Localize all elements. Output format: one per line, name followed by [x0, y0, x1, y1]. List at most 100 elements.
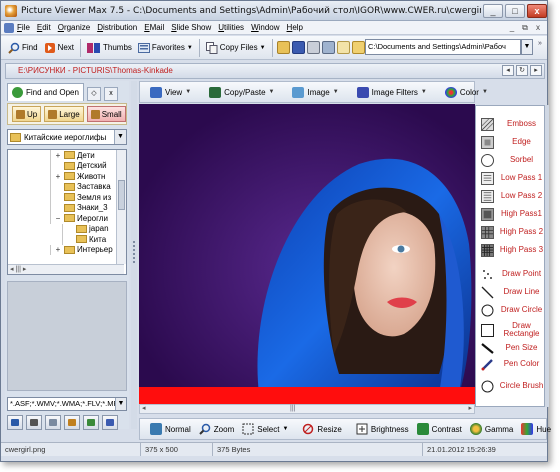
normal-button[interactable]: Normal [146, 420, 195, 438]
camera-button[interactable] [26, 415, 42, 430]
large-button[interactable]: Large [44, 106, 84, 122]
tree-expander-icon[interactable]: + [54, 172, 62, 181]
hue-button[interactable]: Hue [517, 420, 555, 438]
copy-files-button[interactable]: Copy Files ▼ [203, 38, 269, 58]
image-filters-menu-button[interactable]: Image Filters ▼ [351, 83, 433, 101]
sound-button[interactable] [64, 415, 80, 430]
export-button[interactable] [83, 415, 99, 430]
view-menu-button[interactable]: View ▼ [144, 83, 197, 101]
tree-item[interactable]: Кита [8, 234, 126, 245]
contrast-button[interactable]: Contrast [413, 420, 466, 438]
scroll-left-icon[interactable]: ◂ [142, 405, 146, 413]
tree-horizontal-scrollbar[interactable]: ◂ ||| ▸ [8, 264, 124, 274]
tool-circle-brush[interactable]: Circle Brush [476, 378, 546, 394]
panel-pin-button[interactable]: ◇ [86, 87, 101, 101]
tool-draw-line[interactable]: Draw Line [476, 284, 546, 300]
menu-organize[interactable]: Organize [58, 23, 90, 32]
tree-item[interactable]: Заставка [8, 181, 126, 192]
browse-button[interactable] [7, 415, 23, 430]
filter-high-pass-3[interactable]: High Pass 3 [476, 242, 546, 258]
up-button[interactable]: Up [12, 106, 42, 122]
save-icon[interactable] [291, 41, 305, 54]
splitter-grip[interactable] [133, 241, 135, 265]
menu-file[interactable]: File [17, 23, 30, 32]
maximize-button[interactable]: □ [505, 3, 525, 18]
gamma-button[interactable]: Gamma [466, 420, 517, 438]
toolbar-scroll-icon[interactable]: » [538, 40, 546, 54]
tool-pen-color[interactable]: Pen Color [476, 356, 546, 372]
menu-help[interactable]: Help [287, 23, 303, 32]
filter-edge[interactable]: Edge [476, 134, 546, 150]
tree-item[interactable]: − Иерогли [8, 213, 126, 224]
mdi-minimize-button[interactable]: _ [507, 23, 517, 33]
tree-vertical-scrollbar[interactable] [116, 150, 126, 264]
tree-expander-icon[interactable]: + [54, 245, 62, 254]
brightness-button[interactable]: Brightness [352, 420, 413, 438]
scroll-thumb[interactable] [118, 180, 125, 210]
tool-draw-rectangle[interactable]: Draw Rectangle [476, 320, 546, 340]
favorites-button[interactable]: Favorites ▼ [135, 38, 196, 58]
menu-edit[interactable]: Edit [37, 23, 51, 32]
scanner-icon[interactable] [321, 41, 335, 54]
filter-emboss[interactable]: Emboss [476, 116, 546, 132]
grid-button[interactable] [102, 415, 118, 430]
menu-app-icon[interactable] [4, 22, 14, 33]
menu-distribution[interactable]: Distribution [97, 23, 137, 32]
filter-low-pass-2[interactable]: Low Pass 2 [476, 188, 546, 204]
zoom-button[interactable]: Zoom [195, 420, 238, 438]
resize-button[interactable]: Resize [298, 420, 345, 438]
tool-draw-point[interactable]: Draw Point [476, 266, 546, 282]
tree-item[interactable]: + Животн [8, 171, 126, 182]
scroll-thumb-grip[interactable]: ||| [290, 405, 295, 413]
panel-splitter[interactable] [131, 81, 137, 429]
select-button[interactable]: Select ▼ [238, 420, 292, 438]
thumbs-button[interactable]: Thumbs [84, 38, 135, 58]
filter-high-pass-1[interactable]: High Pass1 [476, 206, 546, 222]
tree-item[interactable]: japan [8, 223, 126, 234]
path-dropdown-button[interactable]: ▼ [521, 39, 533, 55]
image-menu-button[interactable]: Image ▼ [286, 83, 344, 101]
path-input[interactable]: C:\Documents and Settings\Admin\Рабоч [365, 39, 521, 55]
refresh-icon[interactable]: ↻ [516, 65, 528, 76]
tab-find-and-open[interactable]: Find and Open [7, 83, 84, 101]
file-type-filter[interactable]: *.ASF;*.WMV;*.WMA;*.FLV;*.MP4 ▼ [7, 397, 127, 411]
viewer-horizontal-scrollbar[interactable]: ◂ ||| ▸ [139, 404, 475, 414]
chevron-down-icon[interactable]: ▼ [115, 398, 126, 410]
copy-paste-menu-button[interactable]: Copy/Paste ▼ [203, 83, 280, 101]
menu-slide-show[interactable]: Slide Show [171, 23, 211, 32]
tool-draw-circle[interactable]: Draw Circle [476, 302, 546, 318]
image-viewer[interactable] [139, 104, 475, 404]
menu-utilities[interactable]: Utilities [218, 23, 244, 32]
minimize-button[interactable]: _ [483, 3, 503, 18]
color-menu-button[interactable]: Color ▼ [439, 83, 494, 101]
copy-button[interactable] [45, 415, 61, 430]
open-folder-icon[interactable] [276, 41, 290, 54]
menu-email[interactable]: EMail [144, 23, 164, 32]
folder-icon[interactable] [351, 41, 365, 54]
mdi-close-button[interactable]: x [533, 23, 543, 33]
filter-high-pass-2[interactable]: High Pass 2 [476, 224, 546, 240]
filter-panel-scrollbar[interactable] [545, 105, 549, 407]
menu-window[interactable]: Window [251, 23, 279, 32]
next-button[interactable]: Next [41, 38, 77, 58]
tree-item[interactable]: Земля из [8, 192, 126, 203]
find-button[interactable]: Find [5, 38, 41, 58]
filter-low-pass-1[interactable]: Low Pass 1 [476, 170, 546, 186]
filter-sorbel[interactable]: Sorbel [476, 152, 546, 168]
email-icon[interactable] [336, 41, 350, 54]
scroll-right-icon[interactable]: ▸ [468, 405, 472, 413]
thumbnail-area[interactable] [7, 281, 127, 391]
tree-item[interactable]: Знаки_3 [8, 202, 126, 213]
close-button[interactable]: x [527, 3, 547, 18]
print-icon[interactable] [306, 41, 320, 54]
back-icon[interactable]: ◂ [502, 65, 514, 76]
small-button[interactable]: Small [86, 106, 126, 122]
forward-icon[interactable]: ▸ [530, 65, 542, 76]
tool-pen-size[interactable]: Pen Size [476, 340, 546, 356]
mdi-restore-button[interactable]: ⧉ [520, 23, 530, 33]
tree-expander-icon[interactable]: − [54, 214, 62, 223]
tree-item[interactable]: Детский [8, 160, 126, 171]
panel-close-button[interactable]: x [103, 87, 118, 101]
tree-expander-icon[interactable]: + [54, 151, 62, 160]
folder-select[interactable]: Китайские иероглифы ▼ [7, 129, 127, 145]
